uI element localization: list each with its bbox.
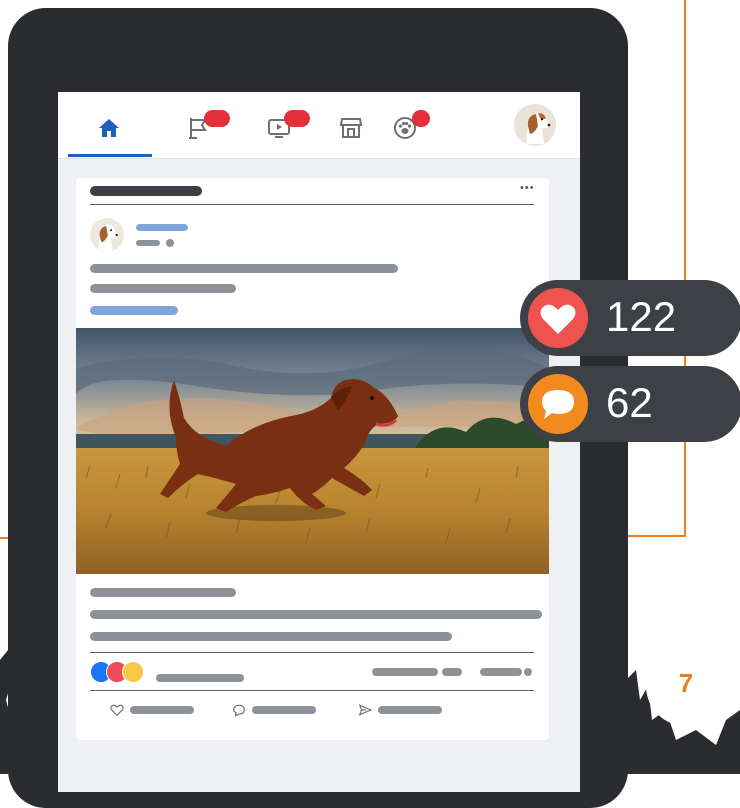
marketplace-icon[interactable]	[338, 116, 364, 140]
flag-notification-badge	[204, 110, 230, 127]
share-icon	[358, 704, 372, 716]
comment-line-3	[90, 632, 452, 641]
active-tab-indicator	[68, 154, 152, 157]
post-card: •••	[76, 178, 549, 740]
share-count-dot	[524, 668, 532, 676]
comment-line-1	[90, 588, 236, 597]
comment-count-placeholder	[372, 668, 438, 676]
post-options-menu[interactable]: •••	[520, 182, 535, 194]
comment-action-label	[252, 706, 316, 714]
like-action-label	[130, 706, 194, 714]
caption-line-1	[90, 264, 398, 273]
like-action-button[interactable]	[110, 702, 200, 718]
reactions-divider-bottom	[90, 690, 534, 691]
reactions-divider-top	[90, 652, 534, 653]
author-avatar[interactable]	[90, 218, 124, 252]
page-number: 7	[678, 668, 694, 698]
author-name-placeholder[interactable]	[136, 224, 188, 231]
reaction-count-placeholder	[156, 674, 244, 682]
share-count-placeholder	[480, 668, 522, 676]
comments-count: 62	[606, 379, 653, 426]
share-action-button[interactable]	[358, 702, 448, 718]
comments-stat-pill: 62	[520, 366, 740, 442]
likes-count: 122	[606, 293, 677, 340]
post-image[interactable]	[76, 328, 549, 574]
tablet-screen: •••	[58, 92, 580, 792]
comment-line-2	[90, 610, 542, 619]
comment-icon	[542, 390, 574, 419]
paw-notification-badge	[412, 110, 430, 127]
orange-guide-vertical	[684, 0, 686, 537]
post-header-placeholder	[90, 186, 202, 196]
video-notification-badge	[284, 110, 310, 127]
post-header-divider	[90, 204, 534, 205]
comment-action-button[interactable]	[232, 702, 322, 718]
audience-dot	[166, 239, 174, 247]
likes-stat-pill: 122	[520, 280, 740, 356]
likes-circle	[528, 288, 588, 348]
page-number-badge: 7	[646, 646, 726, 726]
comment-count-dot	[442, 668, 462, 676]
top-navigation-bar	[58, 92, 580, 159]
profile-avatar[interactable]	[514, 104, 556, 146]
wow-reaction-icon	[122, 661, 144, 683]
share-action-label	[378, 706, 442, 714]
caption-line-2	[90, 284, 236, 293]
comment-icon	[233, 704, 245, 717]
heart-icon	[540, 304, 576, 334]
caption-link[interactable]	[90, 306, 178, 315]
heart-icon	[110, 704, 124, 717]
comments-circle	[528, 374, 588, 434]
post-time-placeholder	[136, 240, 160, 246]
home-icon[interactable]	[96, 116, 122, 140]
